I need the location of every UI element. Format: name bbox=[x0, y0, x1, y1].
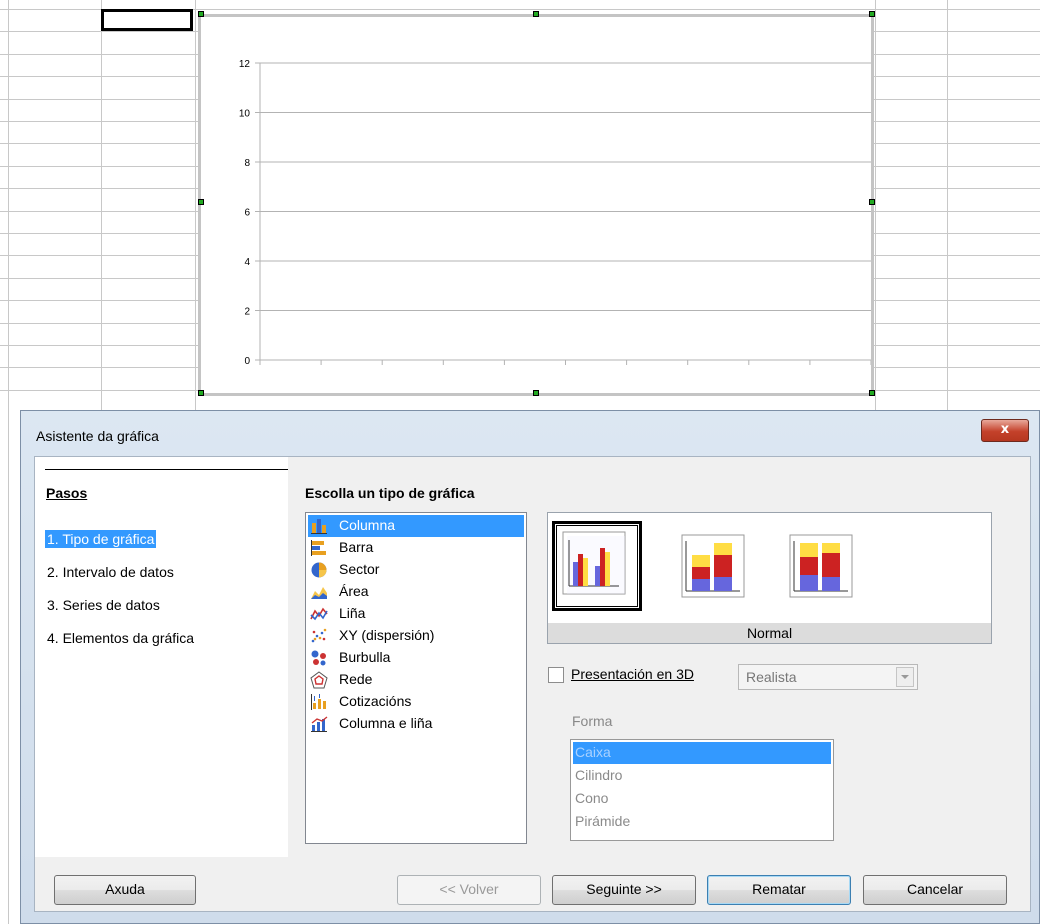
column-line-chart-icon bbox=[311, 716, 328, 732]
resize-handle-tc[interactable] bbox=[533, 11, 539, 17]
y-tick-label: 4 bbox=[244, 257, 250, 268]
y-tick-label: 8 bbox=[244, 158, 250, 169]
shape-label-text: Cilindro bbox=[575, 767, 623, 783]
line-chart-icon bbox=[310, 607, 328, 621]
cancel-button-label: Cancelar bbox=[906, 881, 964, 897]
3d-look-value: Realista bbox=[746, 669, 797, 685]
dialog-title: Asistente da gráfica bbox=[36, 428, 159, 444]
chart-type-area[interactable]: Área bbox=[308, 581, 524, 603]
variant-caption: Normal bbox=[548, 623, 991, 643]
chart-type-net[interactable]: Rede bbox=[308, 669, 524, 691]
close-icon: x bbox=[1000, 422, 1010, 437]
resize-handle-mr[interactable] bbox=[869, 199, 875, 205]
chart-type-label: Columna e liña bbox=[339, 715, 433, 731]
chart-type-label: Rede bbox=[339, 671, 373, 687]
variant-percent-stacked[interactable] bbox=[778, 523, 858, 603]
chart-type-stock[interactable]: Cotizacións bbox=[308, 691, 524, 713]
next-button[interactable]: Seguinte >> bbox=[552, 875, 696, 905]
3d-checkbox-label[interactable]: Presentación en 3D bbox=[571, 666, 694, 682]
chart-type-label: Liña bbox=[339, 605, 366, 621]
chart-type-line[interactable]: Liña bbox=[308, 603, 524, 625]
main-title: Escolla un tipo de gráfica bbox=[305, 485, 475, 501]
y-tick-label: 0 bbox=[244, 356, 250, 367]
chart-type-bubble[interactable]: Burbulla bbox=[308, 647, 524, 669]
variant-stacked[interactable] bbox=[670, 523, 750, 603]
scatter-chart-icon bbox=[311, 628, 327, 643]
chart-plot: 12 10 8 6 4 2 0 bbox=[239, 59, 872, 367]
chart-type-column[interactable]: Columna bbox=[308, 515, 524, 537]
chart-object[interactable]: 12 10 8 6 4 2 0 bbox=[198, 14, 874, 396]
resize-handle-bc[interactable] bbox=[533, 390, 539, 396]
finish-button[interactable]: Rematar bbox=[707, 875, 851, 905]
pie-chart-icon bbox=[311, 562, 327, 578]
chart-type-label: Cotizacións bbox=[339, 693, 412, 709]
shape-list[interactable]: Caixa Cilindro Cono Pirámide bbox=[570, 739, 834, 841]
3d-look-combobox[interactable]: Realista bbox=[738, 664, 918, 690]
resize-handle-ml[interactable] bbox=[198, 199, 204, 205]
net-chart-icon bbox=[310, 671, 328, 689]
help-button[interactable]: Axuda bbox=[54, 875, 196, 905]
step-chart-type[interactable]: 1. Tipo de gráfica bbox=[45, 530, 157, 548]
variant-normal[interactable] bbox=[552, 521, 642, 611]
resize-handle-bl[interactable] bbox=[198, 390, 204, 396]
percent-stacked-column-thumbnail bbox=[789, 534, 853, 598]
close-button[interactable]: x bbox=[981, 419, 1029, 442]
chart-type-list[interactable]: Columna Barra Sector Área Liña XY (dispe… bbox=[305, 512, 527, 844]
shape-item-cylinder[interactable]: Cilindro bbox=[573, 765, 831, 787]
selected-cell[interactable] bbox=[101, 9, 193, 31]
shape-item-cone[interactable]: Cono bbox=[573, 788, 831, 810]
shape-label-text: Caixa bbox=[575, 744, 611, 760]
dropdown-button[interactable] bbox=[896, 667, 914, 687]
dialog-body: Pasos 1. Tipo de gráfica 2. Intervalo de… bbox=[34, 456, 1031, 912]
step-data-range[interactable]: 2. Intervalo de datos bbox=[45, 563, 176, 581]
chart-type-column-line[interactable]: Columna e liña bbox=[308, 713, 524, 735]
shape-item-pyramid[interactable]: Pirámide bbox=[573, 811, 831, 833]
column-chart-icon bbox=[311, 519, 327, 534]
shape-label-text: Pirámide bbox=[575, 813, 631, 829]
shape-label-text: Cono bbox=[575, 790, 609, 806]
bar-chart-icon bbox=[311, 540, 326, 556]
back-button-label: << Volver bbox=[439, 881, 499, 897]
steps-panel: Pasos 1. Tipo de gráfica 2. Intervalo de… bbox=[35, 457, 288, 857]
steps-title: Pasos bbox=[46, 485, 88, 501]
shape-label: Forma bbox=[572, 713, 613, 729]
chart-type-pie[interactable]: Sector bbox=[308, 559, 524, 581]
chart-type-bar[interactable]: Barra bbox=[308, 537, 524, 559]
chart-type-label: Sector bbox=[339, 561, 380, 577]
resize-handle-br[interactable] bbox=[869, 390, 875, 396]
divider bbox=[45, 469, 288, 470]
chart-type-label: XY (dispersión) bbox=[339, 627, 435, 643]
chart-type-label: Barra bbox=[339, 539, 374, 555]
3d-checkbox[interactable] bbox=[548, 667, 564, 683]
stacked-column-thumbnail bbox=[681, 534, 745, 598]
resize-handle-tr[interactable] bbox=[869, 11, 875, 17]
help-button-label: Axuda bbox=[105, 881, 145, 897]
cancel-button[interactable]: Cancelar bbox=[863, 875, 1007, 905]
y-tick-label: 12 bbox=[239, 59, 251, 70]
normal-column-thumbnail bbox=[562, 531, 626, 595]
next-button-label: Seguinte >> bbox=[586, 881, 662, 897]
stock-chart-icon bbox=[311, 694, 326, 710]
shape-item-box[interactable]: Caixa bbox=[573, 742, 831, 764]
y-tick-label: 10 bbox=[239, 109, 251, 120]
resize-handle-tl[interactable] bbox=[198, 11, 204, 17]
back-button[interactable]: << Volver bbox=[397, 875, 541, 905]
chart-type-label: Burbulla bbox=[339, 649, 391, 665]
chart-variant-selector[interactable]: Normal bbox=[547, 512, 992, 644]
bubble-chart-icon bbox=[311, 650, 326, 666]
finish-button-label: Rematar bbox=[752, 881, 806, 897]
y-tick-label: 6 bbox=[244, 208, 250, 219]
step-chart-elements[interactable]: 4. Elementos da gráfica bbox=[45, 629, 196, 647]
chart-type-label: Columna bbox=[339, 517, 396, 533]
chart-wizard-dialog: Asistente da gráfica x Pasos 1. Tipo de … bbox=[20, 410, 1040, 924]
title-bar[interactable]: Asistente da gráfica x bbox=[21, 411, 1039, 457]
y-tick-label: 2 bbox=[244, 307, 250, 318]
step-data-series[interactable]: 3. Series de datos bbox=[45, 596, 162, 614]
chart-type-label: Área bbox=[339, 583, 369, 599]
3d-label-text: Presentación en 3D bbox=[571, 666, 694, 682]
chevron-down-icon bbox=[901, 675, 909, 679]
chart-type-scatter[interactable]: XY (dispersión) bbox=[308, 625, 524, 647]
area-chart-icon bbox=[311, 587, 327, 599]
